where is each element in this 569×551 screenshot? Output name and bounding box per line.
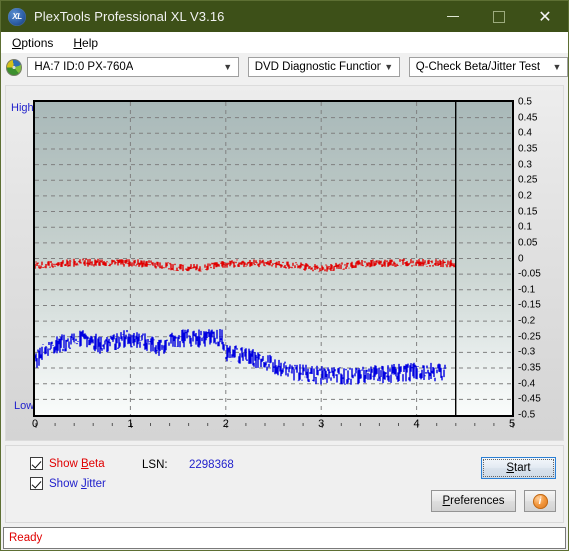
- close-icon[interactable]: ✕: [522, 1, 568, 32]
- y-tick-label: -0.05: [518, 268, 541, 280]
- y-tick-label: -0.1: [518, 284, 536, 296]
- y-tick-label: -0.2: [518, 315, 536, 327]
- y-tick-label: 0.5: [518, 96, 532, 108]
- disc-icon: [6, 58, 23, 76]
- controls-panel: Show Beta Show Jitter LSN: 2298368 Start…: [5, 445, 564, 523]
- show-jitter-checkbox[interactable]: [30, 477, 43, 490]
- show-beta-checkbox[interactable]: [30, 457, 43, 470]
- x-tick-label: 2: [222, 418, 229, 430]
- maximize-icon[interactable]: [476, 1, 522, 32]
- preferences-button-label: Preferences: [442, 495, 505, 507]
- y-tick-label: 0: [518, 253, 524, 264]
- show-beta-row[interactable]: Show Beta: [30, 457, 105, 470]
- x-tick-label: 1: [127, 418, 134, 430]
- xl-logo-icon: XL: [8, 7, 26, 26]
- info-icon: i: [532, 493, 548, 509]
- x-axis-labels: 0 1 2 3 4 5: [6, 418, 565, 436]
- y-tick-label: -0.3: [518, 346, 536, 358]
- test-select[interactable]: Q-Check Beta/Jitter Test ▼: [408, 57, 568, 77]
- drive-select-value: HA:7 ID:0 PX-760A: [34, 61, 134, 73]
- title-bar: XL PlexTools Professional XL V3.16 ✕: [1, 1, 568, 32]
- status-text: Ready: [9, 532, 43, 544]
- function-select-value: DVD Diagnostic Functions: [254, 61, 381, 73]
- menu-item-help[interactable]: Help: [64, 36, 107, 50]
- chevron-down-icon: ▼: [552, 61, 562, 72]
- axis-label-high: High: [11, 102, 34, 114]
- axis-label-low: Low: [14, 400, 35, 412]
- y-tick-label: -0.15: [518, 299, 541, 311]
- preferences-button[interactable]: Preferences: [431, 490, 516, 512]
- show-jitter-label: Show Jitter: [49, 477, 106, 490]
- menu-item-options[interactable]: Options: [3, 36, 62, 50]
- start-button-label: Start: [506, 462, 531, 474]
- application-window: XL PlexTools Professional XL V3.16 ✕ Opt…: [0, 0, 569, 551]
- x-tick-label: 4: [413, 418, 420, 430]
- y-tick-label: 0.2: [518, 190, 532, 202]
- info-button[interactable]: i: [524, 490, 556, 512]
- y-tick-label: 0.35: [518, 143, 538, 155]
- lsn-label: LSN:: [142, 459, 168, 471]
- y-tick-label: -0.45: [518, 393, 541, 405]
- y-tick-label: 0.15: [518, 206, 538, 218]
- menu-bar: Options Help: [1, 32, 568, 54]
- plot-wrapper: High Low 0.5 0.45 0.4 0.35 0.3 0.25 0.2 0.15 0.1…: [6, 86, 565, 442]
- y-tick-label: -0.4: [518, 378, 536, 390]
- show-beta-label: Show Beta: [49, 457, 105, 470]
- chevron-down-icon: ▼: [223, 61, 233, 72]
- y-tick-label: 0.45: [518, 112, 538, 124]
- y-tick-label: -0.25: [518, 331, 541, 343]
- x-tick-label: 3: [318, 418, 325, 430]
- window-title: PlexTools Professional XL V3.16: [34, 9, 225, 24]
- y-tick-label: 0.4: [518, 127, 532, 139]
- y-tick-label: -0.35: [518, 362, 541, 374]
- show-jitter-row[interactable]: Show Jitter: [30, 477, 106, 490]
- window-controls: ✕: [430, 1, 568, 32]
- x-tick-label: 0: [31, 418, 39, 430]
- chevron-down-icon: ▼: [384, 61, 394, 72]
- test-select-value: Q-Check Beta/Jitter Test: [415, 61, 541, 73]
- drive-select[interactable]: HA:7 ID:0 PX-760A ▼: [27, 57, 239, 77]
- beta-jitter-plot: [35, 102, 512, 415]
- y-tick-label: 0.1: [518, 221, 532, 233]
- menu-item-options-label: ptions: [21, 35, 54, 50]
- y-tick-label: 0.25: [518, 174, 538, 186]
- y-tick-label: 0.05: [518, 237, 538, 249]
- chart-panel: High Low 0.5 0.45 0.4 0.35 0.3 0.25 0.2 0.15 0.1…: [5, 85, 564, 441]
- function-select[interactable]: DVD Diagnostic Functions ▼: [247, 57, 400, 77]
- start-button[interactable]: Start: [481, 457, 556, 479]
- x-tick-label: 5: [508, 418, 516, 430]
- y-tick-label: 0.3: [518, 159, 532, 171]
- minimize-icon[interactable]: [430, 1, 476, 32]
- toolbar: HA:7 ID:0 PX-760A ▼ DVD Diagnostic Funct…: [1, 53, 568, 81]
- status-bar: Ready: [3, 527, 566, 549]
- y-axis-labels: 0.5 0.45 0.4 0.35 0.3 0.25 0.2 0.15 0.1 0.05 0 -0.0…: [518, 86, 563, 442]
- start-button-inner: Start: [483, 459, 554, 477]
- menu-item-help-label: elp: [82, 35, 99, 50]
- plot-area[interactable]: [33, 100, 514, 417]
- lsn-value: 2298368: [189, 459, 234, 471]
